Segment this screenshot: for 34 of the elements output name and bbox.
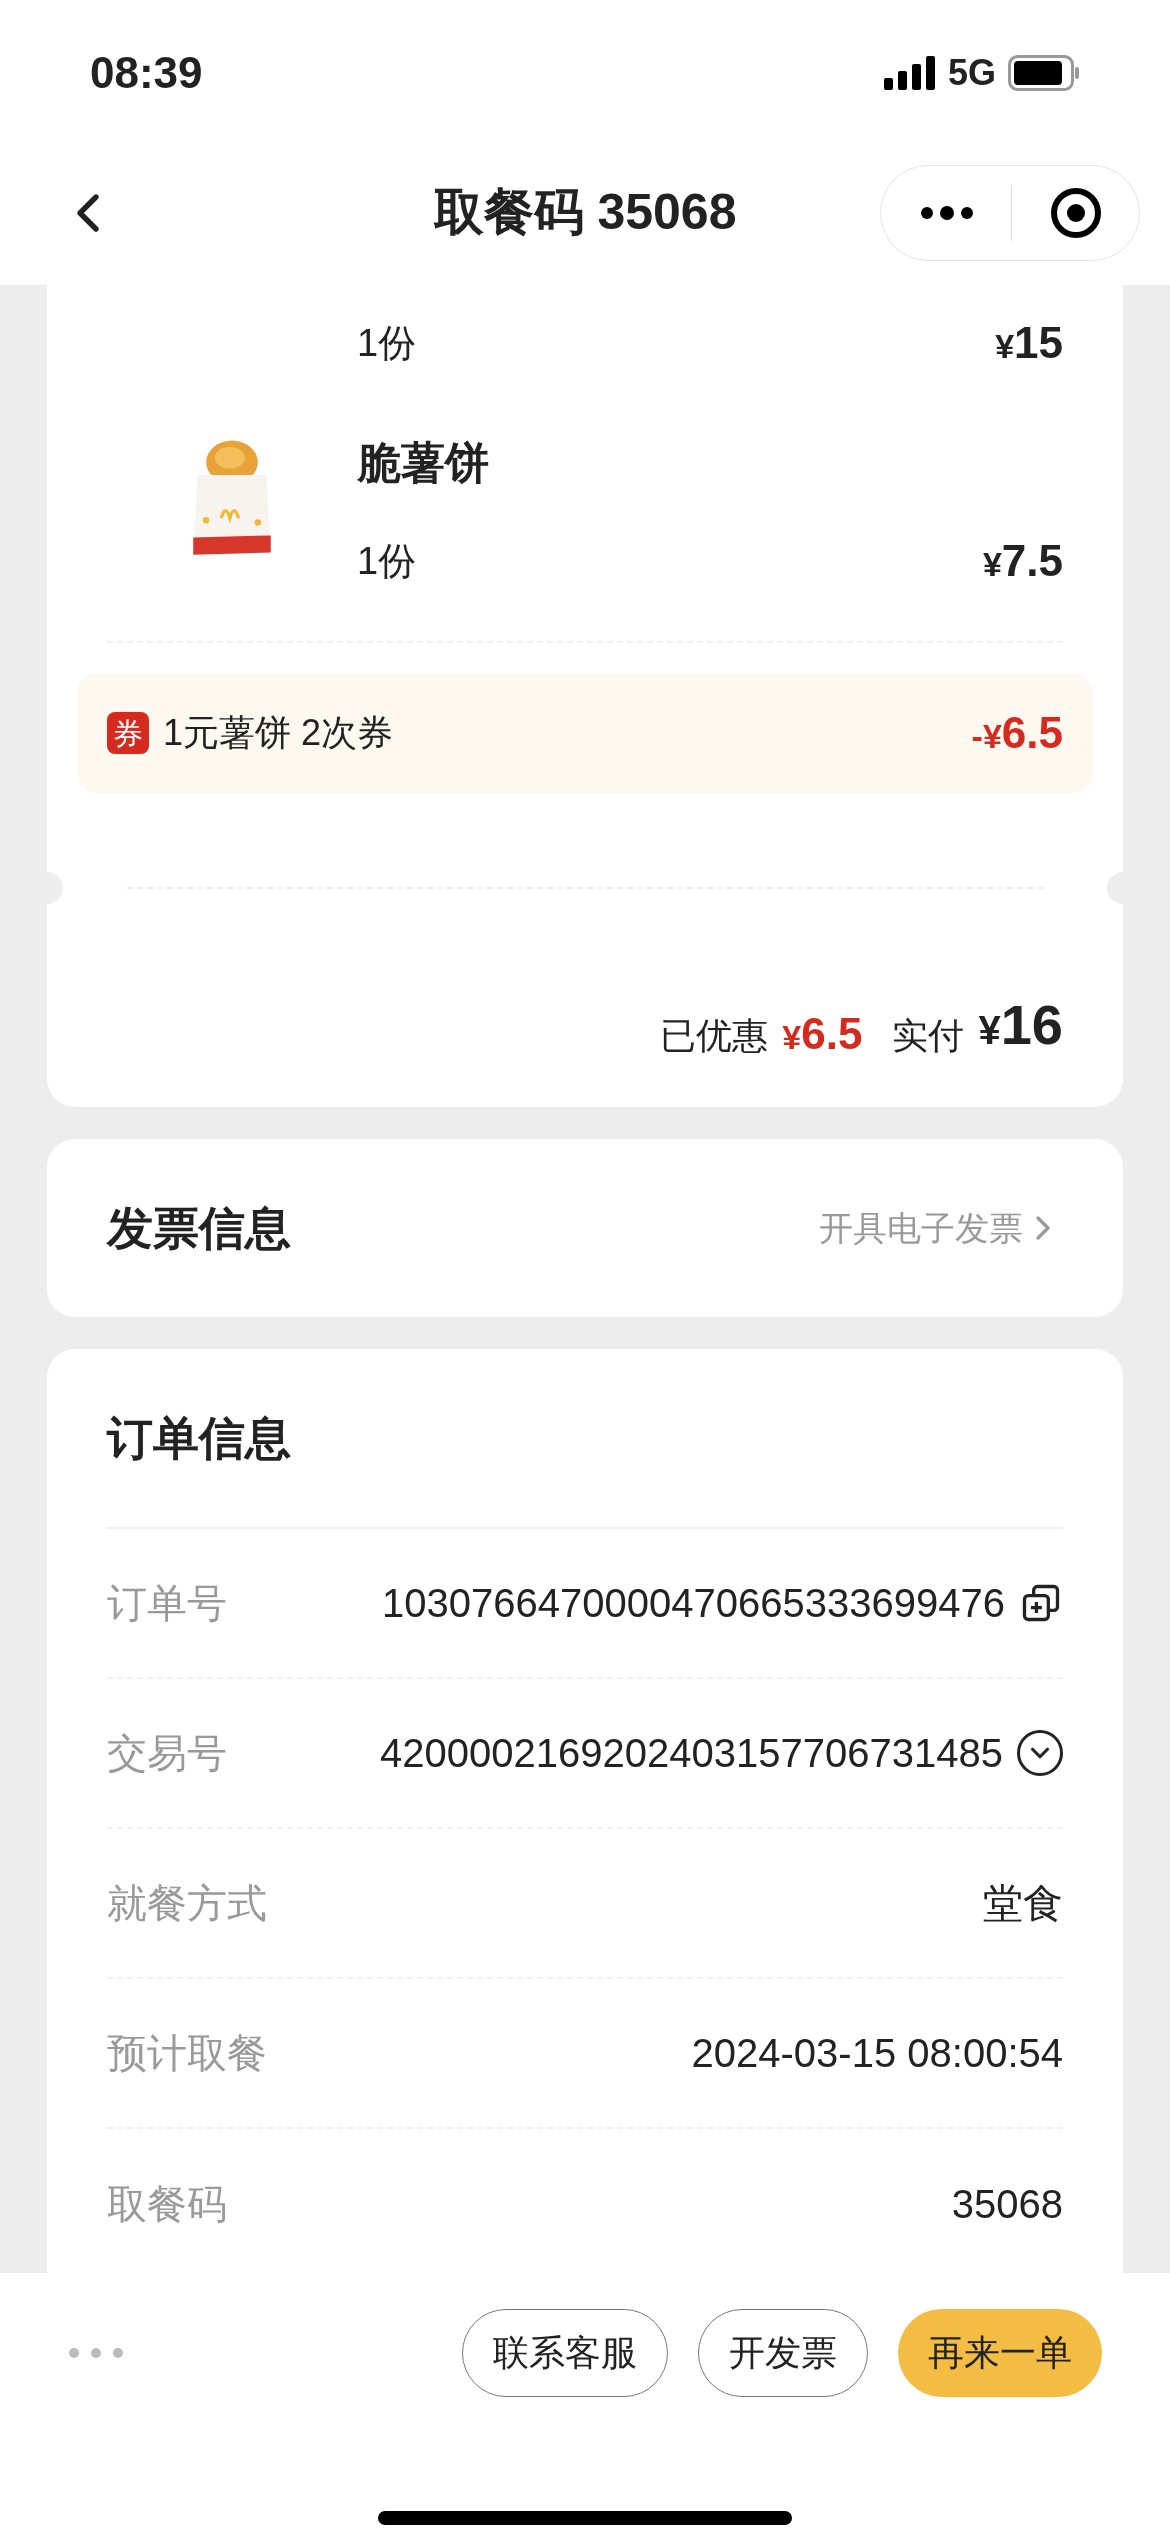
info-label: 就餐方式 xyxy=(107,1880,267,1927)
item-price: -¥6.5 xyxy=(971,707,1063,759)
info-value: 1030766470000470665333699476 xyxy=(382,1580,1005,1627)
discount-label: 已优惠 xyxy=(660,1014,769,1058)
info-label: 交易号 xyxy=(107,1730,227,1777)
info-label: 取餐码 xyxy=(107,2181,227,2228)
item-price: ¥6.5 xyxy=(782,1008,863,1060)
info-label: 订单号 xyxy=(107,1580,227,1627)
info-value: 4200002169202403157706731485 xyxy=(380,1730,1003,1777)
coupon-badge: 券 xyxy=(107,712,149,754)
page-title: 取餐码 35068 xyxy=(433,183,737,242)
info-value: 35068 xyxy=(951,2181,1063,2228)
invoice-title: 发票信息 xyxy=(107,1200,291,1256)
more-icon[interactable] xyxy=(921,205,973,220)
info-value: 2024-03-15 08:00:54 xyxy=(691,2030,1063,2077)
coupon-name: 1元薯饼 2次券 xyxy=(163,711,395,755)
item-price: ¥16 xyxy=(978,992,1063,1058)
info-value: 堂食 xyxy=(983,1880,1063,1927)
action-button[interactable]: 开发票 xyxy=(698,2309,868,2397)
network-label: 5G xyxy=(947,51,996,95)
item-quantity: 1份 xyxy=(357,320,417,366)
expand-icon[interactable] xyxy=(1017,1730,1063,1776)
paid-label: 实付 xyxy=(892,1014,965,1058)
action-button[interactable]: 联系客服 xyxy=(462,2309,668,2397)
item-price: ¥7.5 xyxy=(982,535,1063,587)
status-time: 08:39 xyxy=(90,47,203,99)
item-quantity: 1份 xyxy=(357,538,417,584)
action-button[interactable]: 再来一单 xyxy=(898,2309,1102,2397)
section-title: 订单信息 xyxy=(107,1410,291,1466)
battery-icon xyxy=(1008,55,1080,91)
item-name: 脆薯饼 xyxy=(357,437,490,489)
info-label: 预计取餐 xyxy=(107,2030,267,2077)
signal-icon xyxy=(883,56,936,90)
item-price: ¥15 xyxy=(995,317,1063,369)
